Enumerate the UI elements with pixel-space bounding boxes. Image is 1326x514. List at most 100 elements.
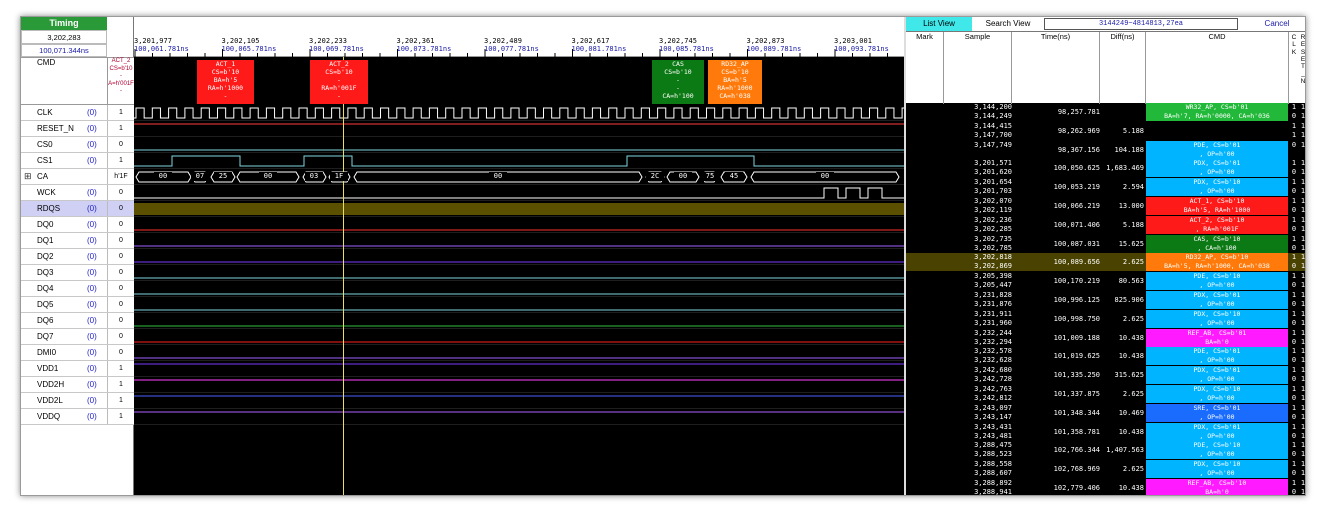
row-time: 102,766.344 <box>1053 446 1100 455</box>
list-row[interactable]: 3,232,578 3,232,628 101,019.625 10.438 PDE,… <box>906 347 1305 366</box>
header-cmd[interactable]: CMD <box>1146 32 1289 104</box>
cancel-button[interactable]: Cancel <box>1252 17 1302 31</box>
row-sample: 3,144,415 3,147,700 <box>974 121 1012 139</box>
header-time[interactable]: Time(ns) <box>1012 32 1100 104</box>
signal-row-vdd2l[interactable]: VDD2L (0) 1 <box>21 393 134 409</box>
cmd-decode-box[interactable]: ACT_1 CS=b'10 BA=h'5 RA=h'1000 - <box>197 60 254 104</box>
header-reset-n[interactable]: R E S E T _ N <box>1299 34 1305 85</box>
list-row[interactable]: 3,242,680 3,242,728 101,335.250 315.625 PDX… <box>906 366 1306 385</box>
signal-row-wck[interactable]: WCK (0) 0 <box>21 185 134 201</box>
row-reset-value: 1 1 <box>1300 159 1306 177</box>
signal-row-dq0[interactable]: DQ0 (0) 0 <box>21 217 134 233</box>
row-diff: 13.000 <box>1118 202 1144 210</box>
list-row[interactable]: 3,232,244 3,232,294 101,009.188 10.438 REF_… <box>906 328 1305 347</box>
row-diff: 10.438 <box>1118 333 1144 342</box>
signal-row-cs0[interactable]: CS0 (0) 0 <box>21 137 134 153</box>
list-header: Mark Sample Time(ns) Diff(ns) CMD CLK RE… <box>906 31 1305 104</box>
row-clk-value: 1 0 <box>1291 215 1297 233</box>
row-reset-value: 1 1 <box>1300 215 1306 233</box>
header-mark[interactable]: Mark <box>906 32 944 104</box>
list-row[interactable]: 3,205,398 3,205,447 100,170.219 80.563 PDE,… <box>906 272 1306 291</box>
signal-row-rdqs[interactable]: RDQS (0) 0 <box>21 201 134 217</box>
row-clk-value: 1 0 <box>1291 479 1297 496</box>
signal-row-cs1[interactable]: CS1 (0) 1 <box>21 153 134 169</box>
signal-row-dq2[interactable]: DQ2 (0) 0 <box>21 249 134 265</box>
signal-row-vddq[interactable]: VDDQ (0) 1 <box>21 409 134 425</box>
signal-row-clk[interactable]: CLK (0) 1 <box>21 105 134 121</box>
list-row[interactable]: 3,202,236 3,202,285 100,071.406 5.188 ACT_2… <box>906 215 1306 234</box>
signal-row-vdd2h[interactable]: VDD2H (0) 1 <box>21 377 134 393</box>
list-row[interactable]: 3,242,763 3,242,812 101,337.875 2.625 PDX, … <box>906 385 1305 403</box>
cmd-decode-box[interactable]: RD32_AP CS=b'10 BA=h'5 RA=h'1000 CA=h'03… <box>708 60 762 104</box>
signal-row-dq7[interactable]: DQ7 (0) 0 <box>21 329 134 345</box>
row-reset-value: 1 1 <box>1300 366 1306 384</box>
list-row[interactable]: 3,147,749 98,367.156 104.188 PDE, CS=b'01 ,… <box>906 140 1305 159</box>
row-diff: 2.625 <box>1122 314 1144 323</box>
list-row[interactable]: 3,288,475 3,288,523 102,766.344 1,407.563 P… <box>906 441 1305 460</box>
row-diff: 1,407.563 <box>1106 446 1144 455</box>
waveform-view[interactable]: 3,201,977 100,061.781ns 3,202,105 100,065.7… <box>134 17 904 495</box>
ca-value-label: 00 <box>489 172 507 181</box>
tab-list-view[interactable]: List View <box>906 17 972 31</box>
row-cmd: PDX, CS=b'10 , OP=h'00 <box>1146 460 1288 479</box>
signal-row-vdd1[interactable]: VDD1 (0) 1 <box>21 361 134 377</box>
row-diff: 315.625 <box>1114 371 1144 380</box>
row-clk-value: 1 0 <box>1291 178 1297 196</box>
signal-value: 0 <box>107 313 134 328</box>
tab-search-view[interactable]: Search View <box>976 17 1040 31</box>
row-cmd: RD32_AP, CS=b'10 BA=h'5, RA=h'1000, CA=h… <box>1146 253 1288 272</box>
header-clk[interactable]: CLK <box>1290 34 1298 56</box>
row-cmd: SRE, CS=b'01 , OP=h'00 <box>1146 403 1288 422</box>
signal-row-ca[interactable]: ⊞ CA h'1F <box>21 169 134 185</box>
row-diff: 104.188 <box>1114 145 1144 154</box>
signal-row-dq5[interactable]: DQ5 (0) 0 <box>21 297 134 313</box>
signal-row-dq6[interactable]: DQ6 (0) 0 <box>21 313 134 329</box>
timing-header[interactable]: Timing <box>21 17 107 30</box>
header-diff[interactable]: Diff(ns) <box>1100 32 1146 104</box>
signal-name: DQ2 <box>37 252 54 261</box>
search-range-input[interactable]: 3144249~4814813,27ea <box>1044 18 1238 30</box>
signal-row-dmi0[interactable]: DMI0 (0) 0 <box>21 345 134 361</box>
signal-row-dq3[interactable]: DQ3 (0) 0 <box>21 265 134 281</box>
row-time: 102,768.969 <box>1053 465 1100 474</box>
wave-rdqs <box>134 203 904 215</box>
cmd-decode-box[interactable]: CAS CS=b'10 - - CA=h'100 <box>652 60 704 104</box>
ca-value-label: 2C <box>646 172 664 181</box>
row-reset-value: 1 1 <box>1300 291 1306 308</box>
list-row[interactable]: 3,231,911 3,231,960 100,998.750 2.625 PDX, … <box>906 309 1305 328</box>
list-row[interactable]: 3,201,571 3,201,620 100,050.625 1,683.469 P… <box>906 159 1306 178</box>
list-row[interactable]: 3,202,735 3,202,785 100,087.031 15.625 CAS,… <box>906 234 1305 253</box>
row-sample: 3,147,749 <box>974 140 1012 149</box>
signal-row-dq4[interactable]: DQ4 (0) 0 <box>21 281 134 297</box>
signal-value: 0 <box>107 281 134 296</box>
list-row[interactable]: 3,144,200 3,144,249 98,257.781 WR32_AP, CS… <box>906 103 1305 121</box>
row-sample: 3,288,558 3,288,607 <box>974 460 1012 478</box>
cmd-decode-box[interactable]: ACT_2 CS=b'10 - RA=h'001F - <box>310 60 368 104</box>
row-clk-value: 1 0 <box>1291 253 1297 271</box>
list-row[interactable]: 3,144,415 3,147,700 98,262.969 5.188 1 11 1 <box>906 121 1305 140</box>
list-row[interactable]: 3,231,828 3,231,876 100,996.125 825.906 PDX… <box>906 291 1306 309</box>
expand-icon[interactable]: ⊞ <box>24 169 32 184</box>
signal-row-dq1[interactable]: DQ1 (0) 0 <box>21 233 134 249</box>
list-row[interactable]: 3,202,070 3,202,119 100,066.219 13.000 ACT_… <box>906 197 1305 215</box>
row-diff: 10.438 <box>1118 484 1144 492</box>
list-row[interactable]: 3,202,818 3,202,869 100,089.656 2.625 RD32_… <box>906 253 1305 272</box>
list-row[interactable]: 3,243,097 3,243,147 101,348.344 10.469 SRE,… <box>906 403 1305 422</box>
row-time: 100,170.219 <box>1053 277 1100 286</box>
row-clk-value: 1 0 <box>1291 441 1297 459</box>
list-row[interactable]: 3,288,558 3,288,607 102,768.969 2.625 PDX, … <box>906 460 1305 479</box>
signal-zero: (0) <box>87 348 97 357</box>
signal-name: VDDQ <box>37 412 61 421</box>
header-sample[interactable]: Sample <box>944 32 1012 104</box>
list-row[interactable]: 3,201,654 3,201,703 100,053.219 2.594 PDX, … <box>906 178 1305 197</box>
signal-row-reset_n[interactable]: RESET_N (0) 1 <box>21 121 134 137</box>
row-clk-value: 1 0 <box>1291 403 1297 421</box>
list-row[interactable]: 3,243,431 3,243,481 101,358.781 10.438 PDX,… <box>906 422 1305 441</box>
signal-zero: (0) <box>87 268 97 277</box>
row-sample: 3,205,398 3,205,447 <box>974 272 1012 290</box>
row-cmd: WR32_AP, CS=b'01 BA=h'7, RA=h'0000, CA=h… <box>1146 103 1288 121</box>
list-row[interactable]: 3,288,892 3,288,941 102,779.406 10.438 REF_… <box>906 479 1305 496</box>
row-cmd: REF_AB, CS=b'10 BA=h'0 <box>1146 479 1288 495</box>
row-reset-value: 1 1 <box>1300 272 1306 290</box>
row-cmd: REF_AB, CS=b'01 BA=h'0 <box>1146 328 1288 347</box>
